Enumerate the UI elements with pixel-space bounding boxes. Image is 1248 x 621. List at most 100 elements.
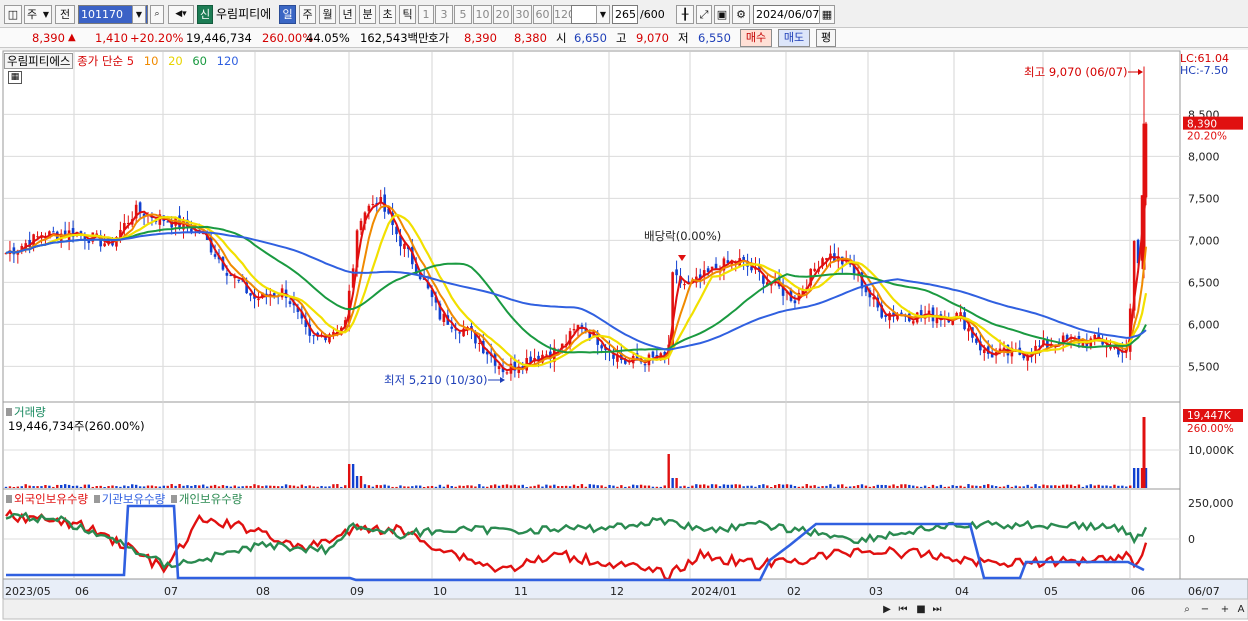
volume-bar [856,485,860,488]
volume-bar [987,484,990,488]
prev-button[interactable]: 전 [55,5,75,24]
volume-bar [1109,486,1112,488]
zoom-out-icon[interactable]: − [1198,602,1212,618]
interval-button-30[interactable]: 30 [513,5,532,24]
volume-bar [628,486,631,488]
interval-button-3[interactable]: 3 [435,5,453,24]
volume-bar [209,485,213,488]
period-type-select[interactable]: 주 ▼ [24,5,52,24]
volume-bar [1058,485,1061,488]
chart-menu-icon[interactable]: ◫ [4,5,22,24]
volume-pct-text: 260.00% [1187,423,1234,435]
volume-bar [588,484,592,488]
volume-bar [194,484,197,488]
volume-bar [695,484,698,488]
interval-dropdown-icon[interactable]: ▼ [596,5,610,24]
candle-icon[interactable]: ╂ [676,5,694,24]
volume-bar [340,486,343,488]
volume-bar [663,485,666,488]
volume-bar [170,484,173,488]
new-button[interactable]: 신 [197,5,213,24]
speaker-icon[interactable]: ◀▾ [168,5,194,24]
interval-button-1[interactable]: 1 [418,5,434,24]
volume-bar [142,486,146,488]
volume-bar [770,486,773,488]
count-total: /600 [640,8,665,21]
volume-bar [703,484,706,488]
volume-bar [691,485,694,488]
period-button-2[interactable]: 월 [319,5,336,24]
buy-button[interactable]: 매수 [740,29,772,47]
volume-bar [217,486,221,488]
volume-bar [458,485,461,488]
x-tick-label: 2023/05 [5,585,51,598]
volume: 19,446,734 [186,31,252,45]
volume-bar [813,485,816,488]
gear-icon[interactable]: ⚙ [732,5,750,24]
zoom-icon[interactable]: ⌕ [1180,602,1194,618]
volume-bar [864,485,868,488]
volume-bar [60,484,63,488]
volume-bar [40,486,43,488]
count-input[interactable]: 265 [612,5,638,24]
period-button-6[interactable]: 틱 [399,5,416,24]
volume-bar [426,486,430,488]
font-icon[interactable]: A [1234,602,1248,618]
legend-stock-name[interactable]: 우림피티에스 [4,53,74,69]
current-price: 8,390 [32,31,65,45]
volume-bar [1085,485,1089,488]
interval-button-20[interactable]: 20 [493,5,512,24]
interval-button-5[interactable]: 5 [454,5,472,24]
calendar-icon[interactable]: ▦ [819,5,835,24]
x-tick-label: 06/07 [1188,585,1220,598]
table-icon[interactable]: ▦ [8,71,22,84]
volume-bar [411,486,414,488]
price-legend: 우림피티에스 종가 단순 5 10 20 60 120 [4,53,239,69]
volume-bar [1061,484,1065,488]
period-button-1[interactable]: 주 [299,5,316,24]
period-button-4[interactable]: 분 [359,5,376,24]
x-tick-label: 12 [610,585,624,598]
sell-button[interactable]: 매도 [778,29,810,47]
holding-y-tick: 250,000 [1188,497,1234,510]
candle-body [359,220,363,231]
volume-bar [355,476,359,488]
candle-body [911,321,915,324]
candle-body [927,310,931,314]
chart-area[interactable]: 2023/05 06 07 08 09 10 11 12 2024/01 02 03 04 05 06 06… [0,50,1248,621]
volume-bar [131,484,134,488]
save-icon[interactable]: ▣ [714,5,730,24]
eval-button[interactable]: 평 [816,29,836,47]
open-price: 6,650 [574,31,607,45]
volume-bar [963,486,966,488]
volume-bar [533,485,536,488]
candle-body [371,203,375,205]
search-icon[interactable]: ⌕ [150,5,164,24]
period-button-3[interactable]: 년 [339,5,356,24]
scroll-last-icon[interactable]: ⏭ [930,602,944,618]
x-tick-label: 07 [164,585,178,598]
volume-bar [998,486,1002,488]
volume-bar [872,486,876,488]
date-input[interactable]: 2024/06/07 [753,5,829,24]
period-button-0[interactable]: 일 [279,5,296,24]
x-tick-label: 02 [787,585,801,598]
code-dropdown-icon[interactable]: ▼ [132,5,146,24]
zoom-in-icon[interactable]: + [1218,602,1232,618]
volume-bar [67,484,71,488]
scroll-first-icon[interactable]: ⏮ [896,602,910,618]
individual-holding-label: 개인보유수량 [178,492,243,506]
period-button-5[interactable]: 초 [379,5,396,24]
draw-icon[interactable]: ⤢ [696,5,712,24]
interval-button-10[interactable]: 10 [473,5,492,24]
volume-bar [576,485,580,488]
volume-bar [403,486,406,488]
candle-body [225,272,229,276]
volume-bar [592,484,595,488]
volume-bar [742,486,745,488]
stop-icon[interactable]: ■ [914,602,928,618]
volume-bar [52,486,55,488]
candle-body [249,293,252,296]
scroll-right-icon[interactable]: ▶ [880,602,894,618]
interval-button-60[interactable]: 60 [533,5,552,24]
